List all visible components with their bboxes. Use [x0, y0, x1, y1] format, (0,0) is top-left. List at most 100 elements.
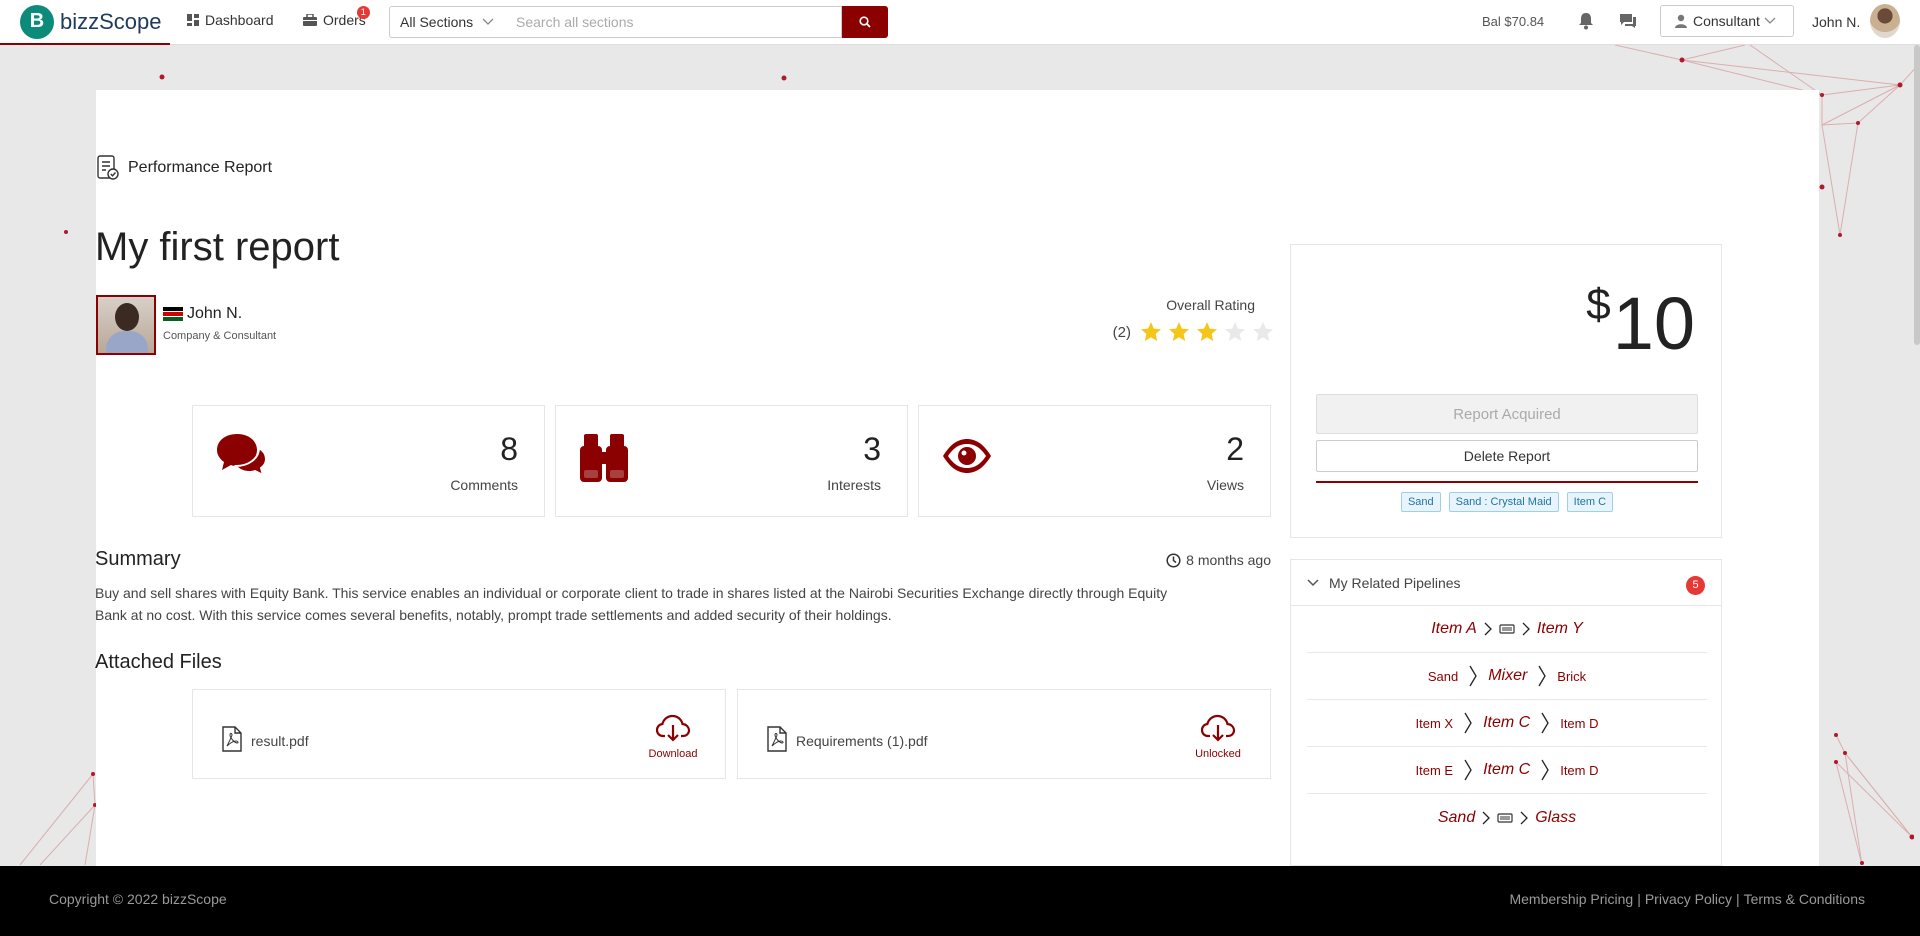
- pipeline-row[interactable]: Item X Item C Item D: [1307, 700, 1707, 747]
- pipeline-input: Item X: [1415, 715, 1454, 731]
- chevron-right-icon: [1519, 810, 1529, 826]
- price-amount: 10: [1612, 282, 1695, 365]
- avatar[interactable]: [1870, 4, 1900, 38]
- pdf-file-icon: [222, 726, 242, 752]
- author-name[interactable]: John N.: [163, 305, 242, 323]
- machine-icon: [1499, 624, 1515, 634]
- price-panel: $ 10 Report Acquired Delete Report Sand …: [1290, 244, 1722, 538]
- star-empty-icon[interactable]: [1251, 320, 1275, 344]
- orders-badge: 1: [356, 6, 370, 19]
- chevron-right-icon: [1463, 711, 1473, 735]
- chevron-down-icon: [1764, 17, 1776, 24]
- section-select[interactable]: All Sections: [389, 6, 505, 38]
- messages-button[interactable]: [1619, 12, 1637, 35]
- brand-logo-icon: B: [20, 4, 54, 39]
- privacy-policy-link[interactable]: Privacy Policy: [1645, 891, 1732, 907]
- copyright: Copyright © 2022 bizzScope: [49, 891, 227, 907]
- binoculars-icon: [580, 434, 628, 482]
- rating-count: (2): [1112, 323, 1131, 341]
- pipeline-process: Item C: [1483, 714, 1531, 731]
- file-card: result.pdf Download: [192, 689, 726, 779]
- nav-dashboard[interactable]: Dashboard: [187, 12, 274, 28]
- search-input[interactable]: [504, 6, 842, 38]
- tag[interactable]: Sand : Crystal Maid: [1448, 492, 1559, 512]
- top-nav: B bizzScope Dashboard Orders 1 All Secti…: [0, 0, 1920, 45]
- tag-list: Sand Sand : Crystal Maid Item C: [1316, 492, 1698, 512]
- search-button[interactable]: [842, 6, 888, 38]
- download-button[interactable]: Download: [645, 714, 701, 760]
- pipeline-row[interactable]: Item E Item C Item D: [1307, 747, 1707, 794]
- pipeline-row[interactable]: Sand Mixer Brick: [1307, 653, 1707, 700]
- comments-label: Comments: [450, 477, 518, 493]
- nav-orders[interactable]: Orders 1: [303, 6, 370, 28]
- pipeline-output: Item D: [1560, 715, 1599, 731]
- pipeline-output: Brick: [1557, 668, 1587, 684]
- membership-pricing-link[interactable]: Membership Pricing: [1509, 891, 1633, 907]
- star-filled-icon[interactable]: [1195, 320, 1219, 344]
- file-name[interactable]: result.pdf: [251, 733, 309, 749]
- star-filled-icon[interactable]: [1167, 320, 1191, 344]
- pipeline-row[interactable]: Item A Item Y: [1307, 606, 1707, 653]
- pipeline-input: Item A: [1431, 620, 1477, 637]
- tag[interactable]: Item C: [1566, 492, 1614, 512]
- related-pipelines-header[interactable]: My Related Pipelines 5: [1291, 560, 1721, 606]
- price: $ 10: [1586, 282, 1695, 365]
- separator: |: [1637, 891, 1641, 907]
- notifications-button[interactable]: [1578, 12, 1594, 35]
- chevron-right-icon: [1481, 810, 1491, 826]
- rating-stars[interactable]: [1135, 320, 1275, 344]
- interests-label: Interests: [827, 477, 881, 493]
- author-avatar[interactable]: [96, 295, 156, 355]
- unlocked-label: Unlocked: [1195, 748, 1241, 760]
- balance: Bal $70.84: [1482, 14, 1545, 29]
- star-empty-icon[interactable]: [1223, 320, 1247, 344]
- star-filled-icon[interactable]: [1139, 320, 1163, 344]
- report-check-icon: [97, 155, 119, 180]
- author-name-text: John N.: [187, 305, 243, 322]
- unlocked-button[interactable]: Unlocked: [1190, 714, 1246, 760]
- interests-count: 3: [863, 431, 881, 467]
- nav-dashboard-label: Dashboard: [205, 12, 274, 28]
- scrollbar[interactable]: [1914, 45, 1920, 865]
- separator: |: [1735, 891, 1740, 907]
- user-name[interactable]: John N.: [1812, 14, 1860, 30]
- brand[interactable]: B bizzScope: [0, 0, 170, 45]
- chevron-right-icon: [1540, 711, 1550, 735]
- pipeline-output: Glass: [1535, 808, 1577, 826]
- stat-comments: 8 Comments: [192, 405, 545, 517]
- cloud-download-icon: [656, 714, 690, 742]
- chat-icon: [1620, 14, 1636, 28]
- pdf-file-icon: [767, 726, 787, 752]
- chevron-right-icon: [1537, 664, 1547, 688]
- posted-time: 8 months ago: [1063, 552, 1271, 568]
- role-select[interactable]: Consultant: [1660, 5, 1794, 37]
- chevron-right-icon: [1468, 664, 1478, 688]
- footer: Copyright © 2022 bizzScope Membership Pr…: [0, 866, 1920, 936]
- section-select-value: All Sections: [400, 14, 474, 30]
- pipeline-row[interactable]: Sand Glass: [1307, 794, 1707, 841]
- pipelines-count-badge: 5: [1686, 576, 1705, 595]
- brand-name: bizzScope: [60, 8, 162, 34]
- summary-heading: Summary: [95, 548, 181, 570]
- stat-views: 2 Views: [918, 405, 1271, 517]
- summary-text: Buy and sell shares with Equity Bank. Th…: [95, 585, 1168, 623]
- scrollbar-thumb[interactable]: [1914, 45, 1920, 345]
- related-pipelines-panel: My Related Pipelines 5 Item A Item Y San…: [1290, 559, 1722, 866]
- search-icon: [859, 16, 871, 28]
- pipeline-input: Sand: [1437, 808, 1476, 826]
- views-label: Views: [1206, 477, 1244, 493]
- dashboard-icon: [187, 14, 199, 26]
- delete-report-button[interactable]: Delete Report: [1316, 440, 1698, 472]
- related-pipelines-title: My Related Pipelines: [1329, 574, 1461, 591]
- pipeline-output: Item Y: [1536, 620, 1583, 637]
- author-role: Company & Consultant: [163, 330, 277, 342]
- nav-orders-label: Orders 1: [323, 6, 370, 28]
- terms-link[interactable]: Terms & Conditions: [1744, 891, 1865, 907]
- machine-icon: [1497, 812, 1513, 823]
- user-icon: [1675, 14, 1687, 28]
- file-name[interactable]: Requirements (1).pdf: [796, 733, 928, 749]
- role-select-value: Consultant: [1693, 13, 1760, 29]
- rating-label: Overall Rating: [1166, 297, 1255, 313]
- pipeline-output: Item D: [1560, 762, 1599, 778]
- tag[interactable]: Sand: [1400, 492, 1441, 512]
